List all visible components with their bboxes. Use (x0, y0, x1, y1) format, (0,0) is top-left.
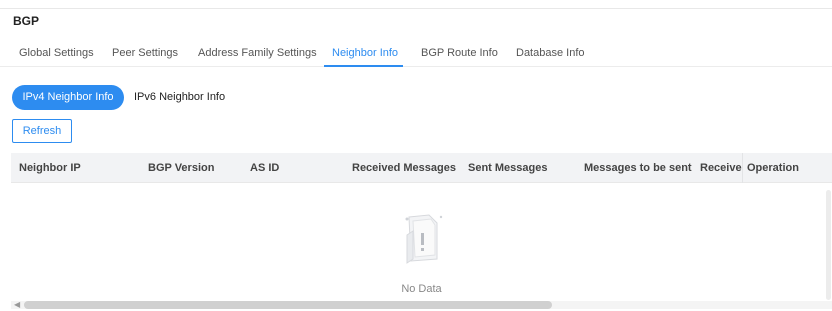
vertical-scrollbar[interactable] (826, 190, 831, 300)
empty-document-icon (405, 214, 443, 264)
tab-bgp-route-info[interactable]: BGP Route Info (421, 47, 498, 59)
column-header-received-truncated[interactable]: Receivec (700, 153, 742, 183)
tab-bar: Global Settings Peer Settings Address Fa… (0, 37, 832, 67)
page-title: BGP (13, 14, 40, 28)
bgp-panel: BGP Global Settings Peer Settings Addres… (0, 0, 832, 311)
column-header-messages-to-be-sent[interactable]: Messages to be sent (584, 153, 692, 183)
refresh-button[interactable]: Refresh (12, 119, 72, 143)
table-body: No Data (11, 183, 832, 301)
column-header-operation[interactable]: Operation (747, 153, 799, 183)
arrow-left-icon[interactable]: ◀ (14, 300, 20, 309)
tab-peer-settings[interactable]: Peer Settings (112, 47, 178, 59)
divider (0, 8, 832, 9)
subtab-ipv4-neighbor-info[interactable]: IPv4 Neighbor Info (12, 85, 124, 110)
tab-database-info[interactable]: Database Info (516, 47, 585, 59)
column-header-neighbor-ip[interactable]: Neighbor IP (19, 153, 81, 183)
horizontal-scrollbar-thumb[interactable] (24, 301, 552, 309)
column-separator (742, 153, 743, 183)
table-header: Neighbor IP BGP Version AS ID Received M… (11, 153, 832, 183)
tab-global-settings[interactable]: Global Settings (19, 47, 94, 59)
empty-state-text: No Data (401, 283, 442, 295)
active-tab-indicator (324, 65, 403, 67)
tab-address-family-settings[interactable]: Address Family Settings (198, 47, 317, 59)
tab-neighbor-info[interactable]: Neighbor Info (332, 47, 398, 59)
subtab-ipv6-neighbor-info[interactable]: IPv6 Neighbor Info (134, 85, 225, 110)
column-header-as-id[interactable]: AS ID (250, 153, 279, 183)
column-header-bgp-version[interactable]: BGP Version (148, 153, 214, 183)
column-header-received-messages[interactable]: Received Messages (352, 153, 456, 183)
column-header-sent-messages[interactable]: Sent Messages (468, 153, 547, 183)
